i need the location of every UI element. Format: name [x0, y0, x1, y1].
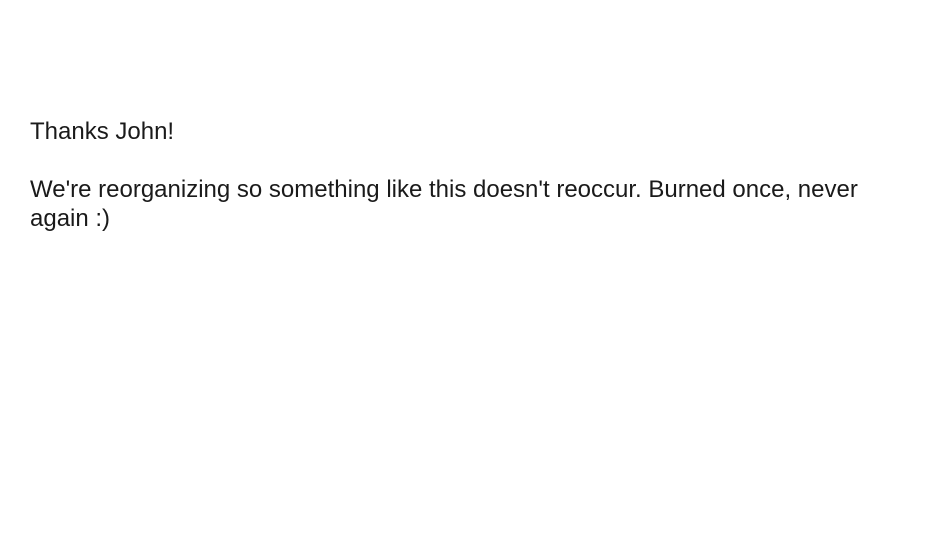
- message-view: Thanks John! We're reorganizing so somet…: [0, 0, 939, 540]
- message-text: We're reorganizing so something like thi…: [30, 176, 858, 232]
- message-body: Thanks John! We're reorganizing so somet…: [30, 117, 919, 233]
- message-greeting: Thanks John!: [30, 118, 175, 145]
